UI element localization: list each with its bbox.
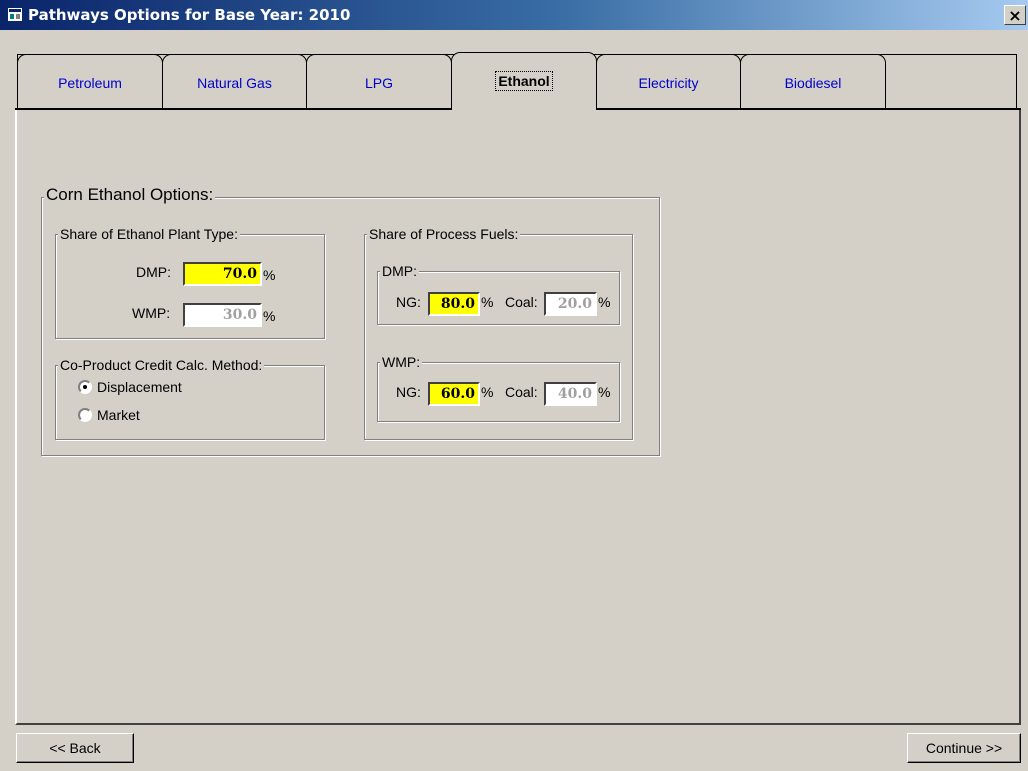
title-bar: Pathways Options for Base Year: 2010 [0, 0, 1028, 30]
percent-label: % [481, 294, 494, 310]
app-icon [8, 8, 22, 21]
tab-lpg[interactable]: LPG [306, 54, 452, 108]
window-title: Pathways Options for Base Year: 2010 [28, 6, 351, 24]
dmp-coal-input[interactable]: 20.0 [544, 292, 597, 316]
tab-label: Biodiesel [784, 75, 842, 92]
tab-ethanol[interactable]: Ethanol [451, 52, 597, 110]
market-radio[interactable] [78, 408, 92, 422]
wmp-fuels-title: WMP: [380, 353, 423, 371]
tab-label: Petroleum [58, 75, 122, 92]
percent-label: % [598, 294, 611, 310]
coproduct-title: Co-Product Credit Calc. Method: [58, 356, 265, 374]
dmp-ng-input[interactable]: 80.0 [428, 292, 480, 316]
percent-label: % [481, 384, 494, 400]
tab-natural-gas[interactable]: Natural Gas [162, 54, 307, 108]
plant-type-title: Share of Ethanol Plant Type: [58, 225, 240, 243]
wmp-share-input[interactable]: 30.0 [183, 303, 262, 327]
process-fuels-title: Share of Process Fuels: [367, 225, 521, 243]
percent-label: % [263, 267, 276, 283]
ng-label: NG: [396, 384, 421, 400]
coal-label: Coal: [505, 294, 538, 310]
percent-label: % [598, 384, 611, 400]
tab-label: Natural Gas [197, 75, 272, 92]
coal-label: Coal: [505, 384, 538, 400]
percent-label: % [263, 308, 276, 324]
dmp-label: DMP: [136, 264, 171, 280]
tab-electricity[interactable]: Electricity [596, 54, 741, 108]
close-button[interactable]: × [1004, 5, 1026, 25]
continue-button[interactable]: Continue >> [907, 733, 1021, 763]
dmp-fuels-title: DMP: [380, 262, 419, 280]
back-button[interactable]: << Back [16, 733, 134, 763]
dmp-share-input[interactable]: 70.0 [183, 262, 262, 286]
market-label[interactable]: Market [97, 406, 140, 424]
radio-selected-dot [83, 385, 87, 389]
wmp-label: WMP: [132, 305, 171, 321]
corn-ethanol-title: Corn Ethanol Options: [44, 185, 216, 204]
tab-label: Ethanol [495, 71, 553, 92]
ng-label: NG: [396, 294, 421, 310]
wmp-coal-input[interactable]: 40.0 [544, 382, 597, 406]
wmp-ng-input[interactable]: 60.0 [428, 382, 480, 406]
tab-label: LPG [364, 75, 393, 92]
tab-biodiesel[interactable]: Biodiesel [740, 54, 886, 108]
tab-label: Electricity [638, 75, 699, 92]
coproduct-group: Co-Product Credit Calc. Method: [55, 356, 325, 440]
displacement-label[interactable]: Displacement [97, 378, 182, 396]
displacement-radio[interactable] [78, 380, 92, 394]
tab-petroleum[interactable]: Petroleum [17, 54, 163, 108]
